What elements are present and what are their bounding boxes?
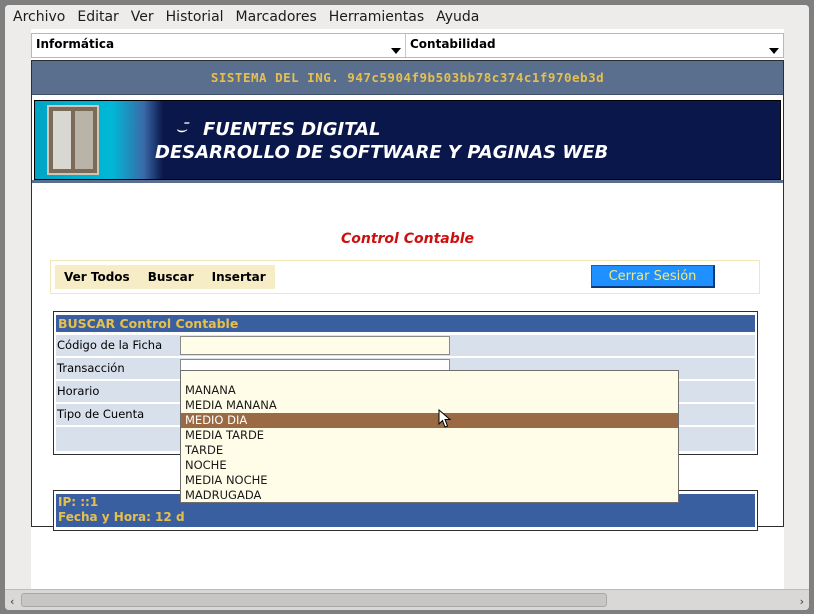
- informatica-select[interactable]: Informática: [32, 34, 406, 57]
- fecha-hora-text: Fecha y Hora: 12 d: [58, 510, 185, 524]
- tipo-cuenta-label: Tipo de Cuenta: [57, 407, 145, 421]
- system-title: SISTEMA DEL ING. 947c5904f9b503bb78c374c…: [210, 70, 605, 85]
- browser-window: Archivo Editar Ver Historial Marcadores …: [5, 5, 809, 610]
- banner-divider: [32, 180, 783, 183]
- menu-ver[interactable]: Ver: [127, 9, 162, 25]
- action-links: Ver Todos Buscar Insertar: [55, 265, 275, 289]
- menu-marcadores[interactable]: Marcadores: [232, 9, 325, 25]
- door-image: [47, 105, 99, 175]
- scroll-right-icon[interactable]: ›: [800, 595, 804, 608]
- insertar-link[interactable]: Insertar: [203, 270, 275, 284]
- horario-dropdown-list: MANANA MEDIA MANANA MEDIO DIA MEDIA TARD…: [180, 370, 679, 503]
- option-media-tarde[interactable]: MEDIA TARDE: [181, 428, 678, 443]
- menu-archivo[interactable]: Archivo: [9, 9, 73, 25]
- contabilidad-select[interactable]: Contabilidad: [406, 34, 783, 57]
- fuentes-logo-icon: ⌣̄: [175, 119, 187, 140]
- scrollbar-thumb[interactable]: [21, 593, 607, 607]
- menubar: Archivo Editar Ver Historial Marcadores …: [5, 5, 809, 29]
- horizontal-scrollbar[interactable]: ‹ ›: [5, 589, 809, 610]
- dropdown-arrow-icon: [391, 48, 401, 54]
- menu-herramientas[interactable]: Herramientas: [325, 9, 432, 25]
- option-tarde[interactable]: TARDE: [181, 443, 678, 458]
- informatica-select-value: Informática: [36, 37, 115, 51]
- banner-title: ⌣̄ FUENTES DIGITAL: [175, 119, 380, 140]
- option-media-manana[interactable]: MEDIA MANANA: [181, 398, 678, 413]
- cerrar-sesion-button[interactable]: Cerrar Sesión: [591, 265, 715, 288]
- page-viewport: Informática Contabilidad SISTEMA DEL ING…: [31, 29, 784, 589]
- codigo-input[interactable]: [180, 336, 450, 355]
- menu-historial[interactable]: Historial: [162, 9, 232, 25]
- option-madrugada[interactable]: MADRUGADA: [181, 488, 678, 503]
- dropdown-arrow-icon: [769, 48, 779, 54]
- option-noche[interactable]: NOCHE: [181, 458, 678, 473]
- action-bar: Ver Todos Buscar Insertar Cerrar Sesión: [50, 260, 760, 294]
- row-codigo: Código de la Ficha: [56, 335, 755, 356]
- option-manana[interactable]: MANANA: [181, 383, 678, 398]
- ver-todos-link[interactable]: Ver Todos: [55, 270, 139, 284]
- buscar-link[interactable]: Buscar: [139, 270, 203, 284]
- option-media-noche[interactable]: MEDIA NOCHE: [181, 473, 678, 488]
- contabilidad-select-value: Contabilidad: [410, 37, 496, 51]
- banner: ⌣̄ FUENTES DIGITAL DESARROLLO DE SOFTWARE…: [34, 100, 781, 180]
- menu-editar[interactable]: Editar: [73, 9, 126, 25]
- banner-image: [35, 101, 163, 179]
- banner-title-text: FUENTES DIGITAL: [203, 119, 381, 140]
- mouse-pointer-icon: [438, 409, 452, 428]
- page-title: Control Contable: [340, 231, 475, 247]
- system-bar: SISTEMA DEL ING. 947c5904f9b503bb78c374c…: [32, 61, 783, 95]
- transaccion-label: Transacción: [57, 361, 125, 375]
- top-selects: Informática Contabilidad: [31, 33, 784, 58]
- scroll-left-icon[interactable]: ‹: [10, 595, 14, 608]
- option-medio-dia[interactable]: MEDIO DIA: [181, 413, 678, 428]
- search-form-header: BUSCAR Control Contable: [56, 315, 755, 332]
- menu-ayuda[interactable]: Ayuda: [432, 9, 487, 25]
- horario-label: Horario: [57, 384, 100, 398]
- banner-subtitle: DESARROLLO DE SOFTWARE Y PAGINAS WEB: [155, 142, 609, 163]
- codigo-label: Código de la Ficha: [57, 338, 163, 352]
